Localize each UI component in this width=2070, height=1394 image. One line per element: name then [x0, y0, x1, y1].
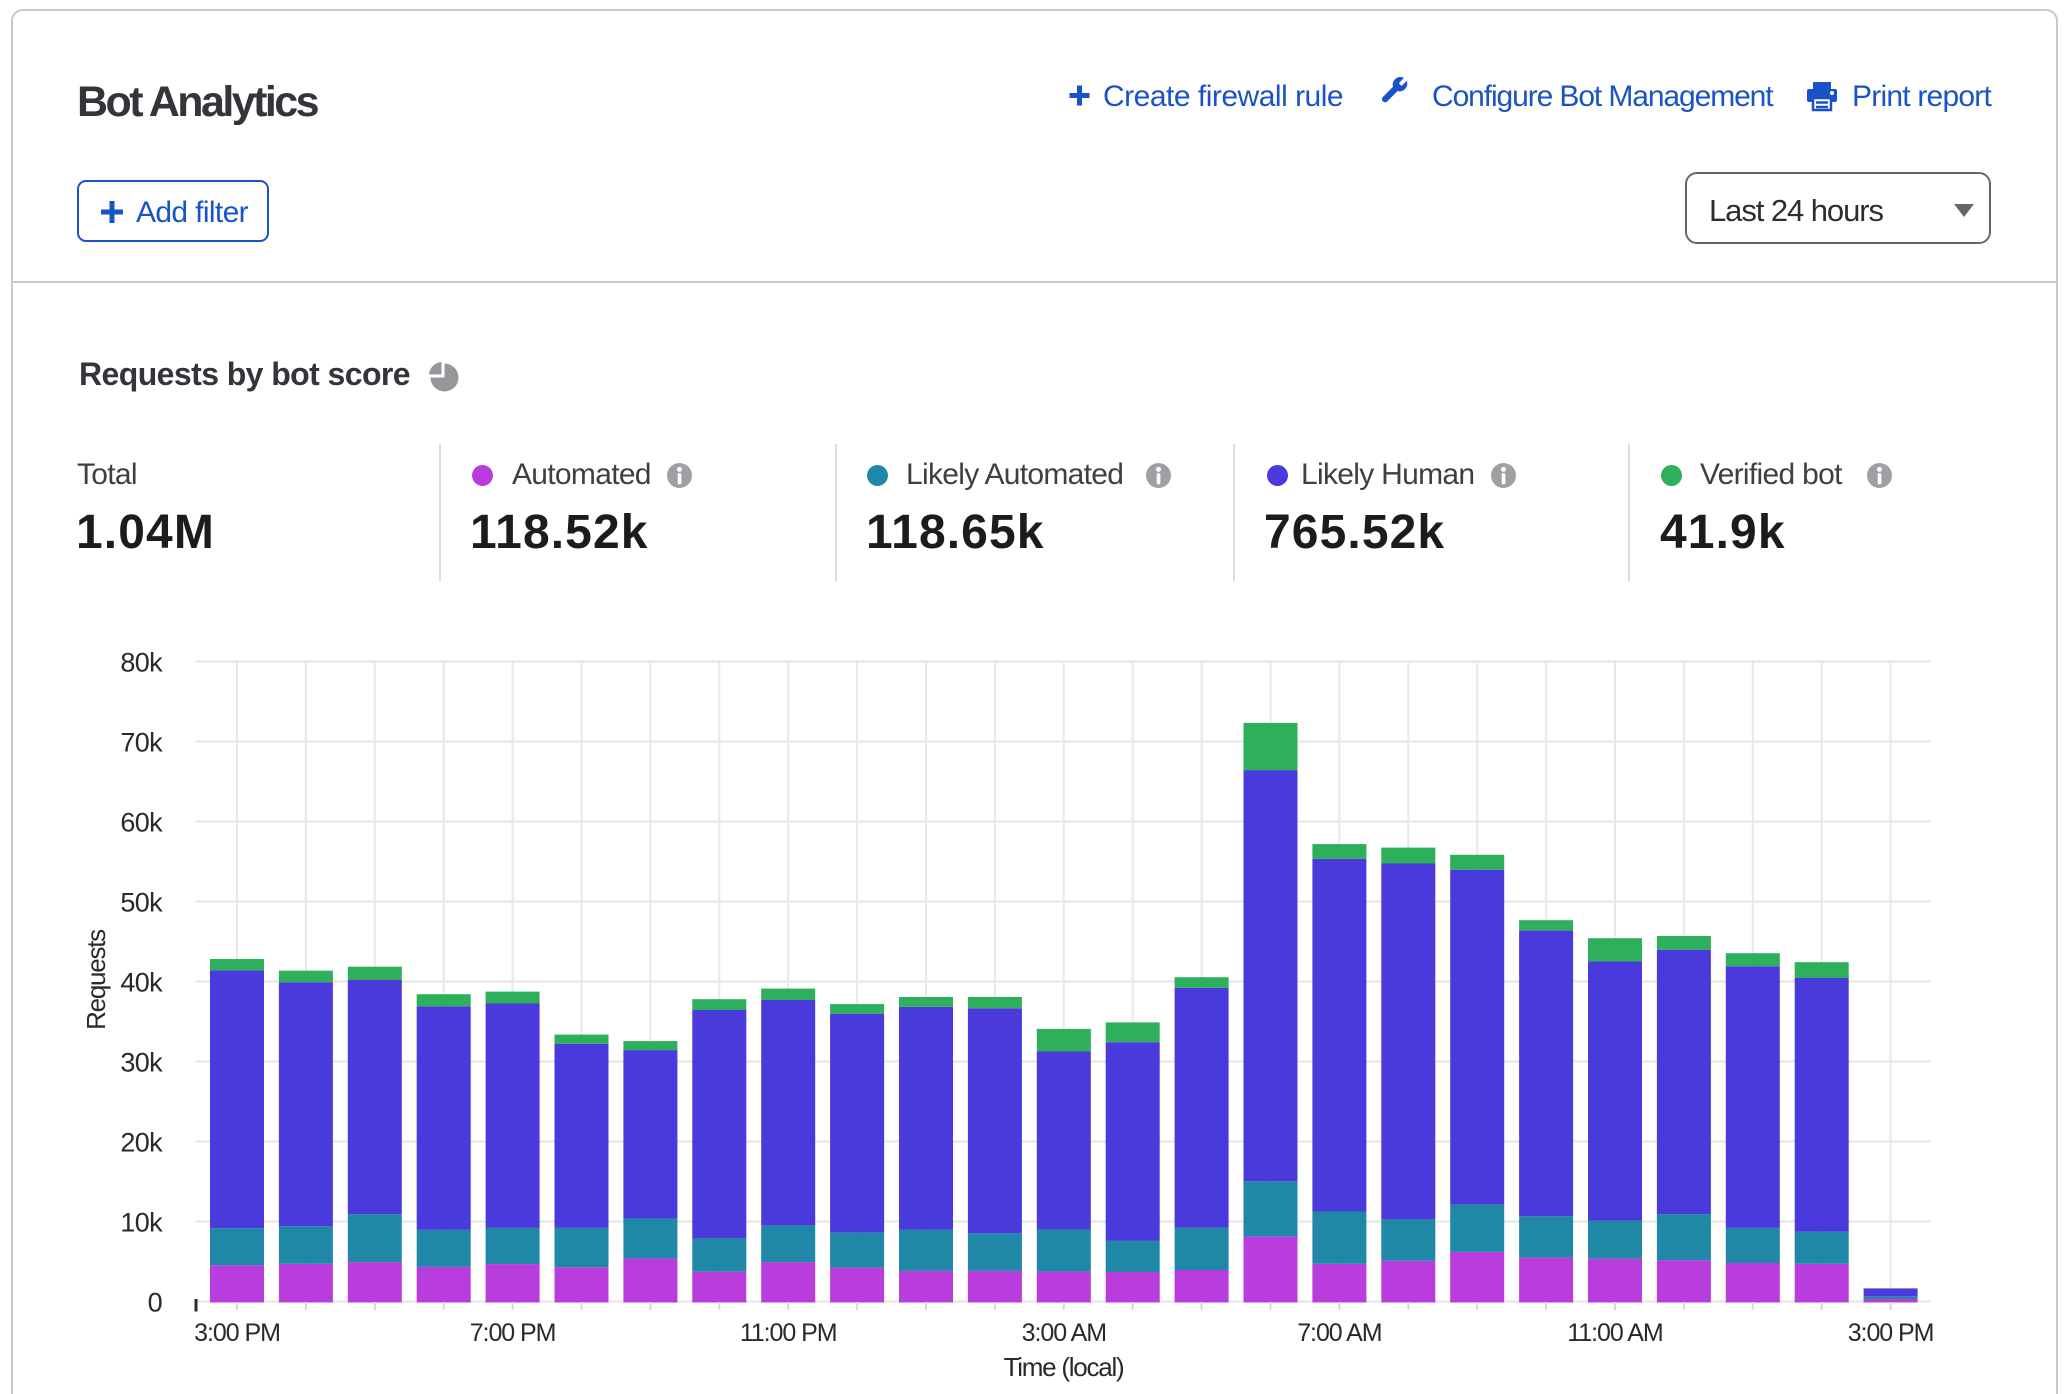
svg-text:Time (local): Time (local)	[1004, 1352, 1124, 1382]
svg-text:40k: 40k	[120, 967, 163, 997]
svg-text:70k: 70k	[120, 727, 163, 757]
svg-text:20k: 20k	[120, 1127, 163, 1157]
svg-text:7:00 AM: 7:00 AM	[1297, 1319, 1381, 1347]
svg-text:50k: 50k	[120, 887, 163, 917]
svg-text:3:00 PM: 3:00 PM	[194, 1319, 280, 1347]
svg-text:7:00 PM: 7:00 PM	[470, 1319, 556, 1347]
svg-text:80k: 80k	[120, 647, 163, 677]
svg-text:Requests: Requests	[81, 929, 111, 1030]
svg-text:3:00 PM: 3:00 PM	[1848, 1319, 1934, 1347]
svg-text:3:00 AM: 3:00 AM	[1022, 1319, 1106, 1347]
svg-text:11:00 PM: 11:00 PM	[740, 1319, 837, 1347]
svg-text:30k: 30k	[120, 1047, 163, 1077]
svg-text:0: 0	[148, 1287, 162, 1317]
svg-text:60k: 60k	[120, 807, 163, 837]
svg-text:11:00 AM: 11:00 AM	[1567, 1319, 1662, 1347]
svg-text:10k: 10k	[120, 1207, 163, 1237]
